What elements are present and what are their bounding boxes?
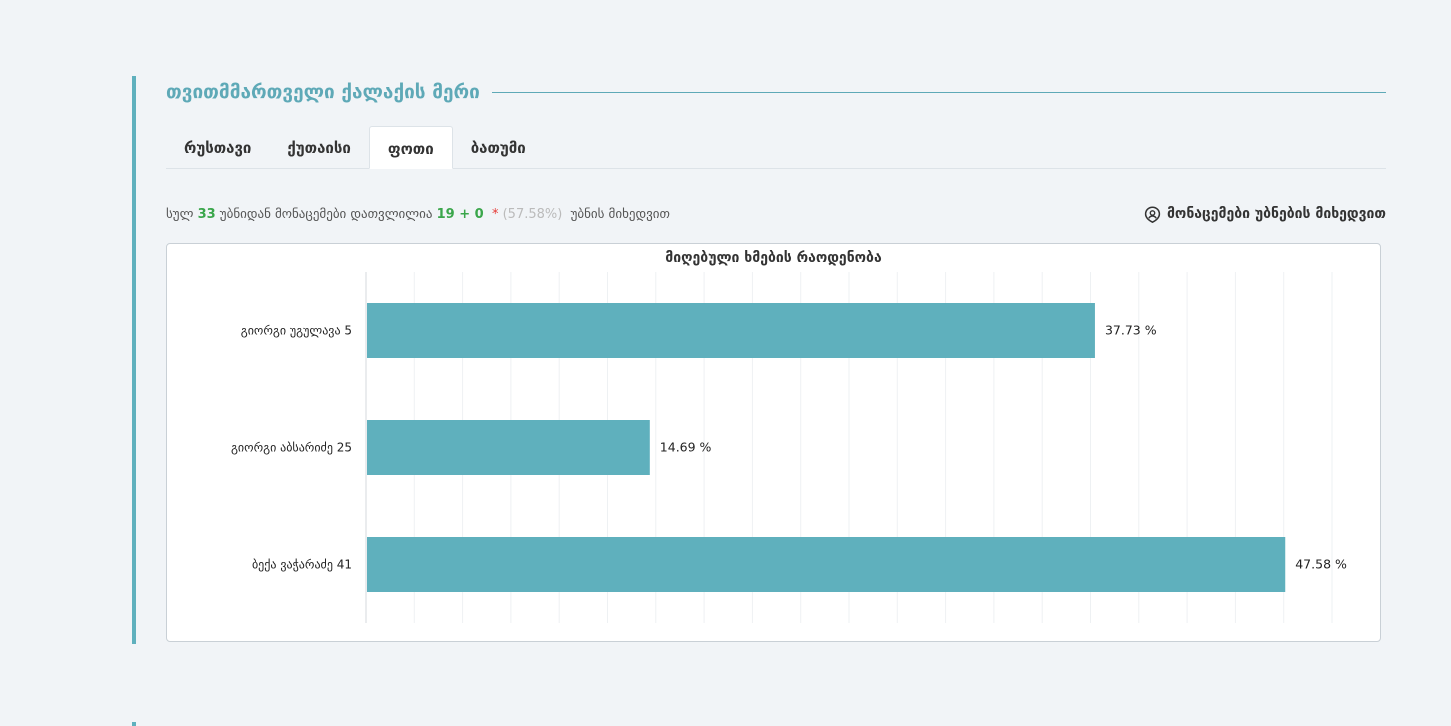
user-location-icon [1144, 205, 1161, 223]
bar-chart-svg: გიორგი უგულავა 5 37.73 % გიორგი აბსარიძე 2… [231, 272, 1347, 623]
votes-chart: მიღებული ხმების რაოდენობა გიორგი უგულავა… [166, 243, 1381, 642]
bar [367, 303, 1095, 358]
category-label: გიორგი უგულავა 5 [241, 324, 352, 338]
precinct-data-link[interactable]: მონაცემები უბნების მიხედვით [1144, 205, 1386, 223]
tab-rustavi[interactable]: რუსთავი [166, 126, 269, 168]
info-asterisk: * [491, 206, 499, 222]
info-counted: 19 + 0 [436, 206, 484, 222]
value-label: 14.69 % [660, 440, 712, 455]
category-label: გიორგი აბსარიძე 25 [231, 441, 352, 455]
info-middle: უბნიდან მონაცემები დათვლილია [219, 206, 433, 222]
precinct-data-link-label: მონაცემები უბნების მიხედვით [1166, 206, 1386, 222]
info-prefix: სულ [166, 206, 194, 222]
bar [367, 420, 650, 475]
city-tabs: რუსთავი ქუთაისი ფოთი ბათუმი [166, 126, 1386, 169]
tab-poti[interactable]: ფოთი [368, 126, 453, 169]
mayor-section: თვითმმართველი ქალაქის მერი რუსთავი ქუთაი… [132, 76, 1386, 644]
tab-batumi[interactable]: ბათუმი [453, 126, 544, 168]
info-total: 33 [197, 206, 216, 222]
category-label: ბექა ვაჭარაძე 41 [252, 558, 352, 572]
next-section-border [132, 722, 136, 726]
info-percent: (57.58%) [502, 206, 563, 222]
bar [367, 537, 1286, 592]
tab-kutaisi[interactable]: ქუთაისი [269, 126, 368, 168]
count-info: სულ 33 უბნიდან მონაცემები დათვლილია 19 +… [166, 204, 1386, 224]
header-divider [491, 91, 1386, 93]
value-label: 47.58 % [1295, 557, 1347, 572]
info-suffix: უბნის მიხედვით [570, 206, 670, 222]
section-title: თვითმმართველი ქალაქის მერი [166, 81, 480, 103]
section-header: თვითმმართველი ქალაქის მერი [166, 80, 1386, 104]
value-label: 37.73 % [1105, 323, 1157, 338]
